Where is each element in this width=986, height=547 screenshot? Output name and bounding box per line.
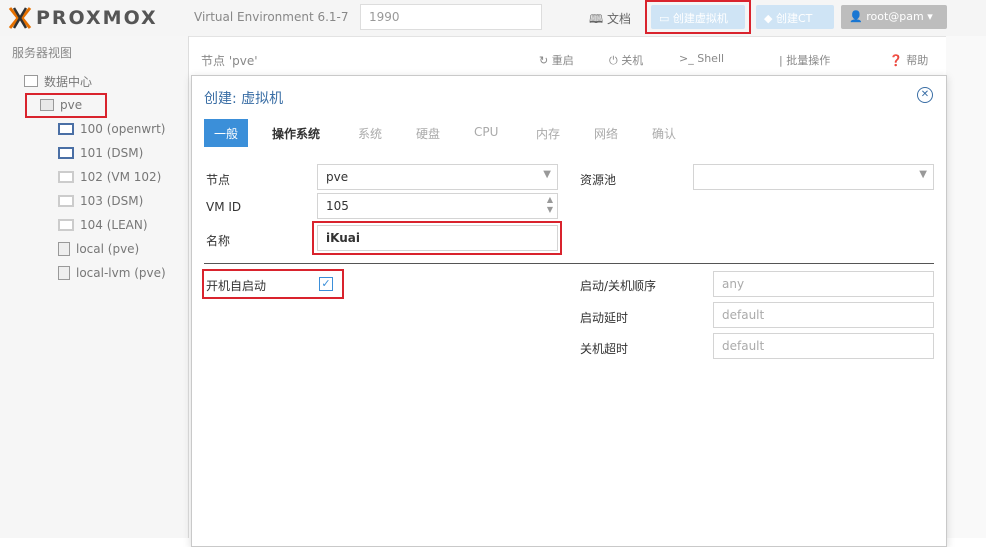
- vmid-field-label: VM ID: [206, 200, 242, 214]
- vmid-value: 105: [326, 199, 349, 213]
- version-label: Virtual Environment 6.1-7: [194, 10, 349, 24]
- storage-icon: [58, 242, 70, 256]
- docs-label: 文档: [606, 12, 631, 26]
- startup-order-input[interactable]: any: [713, 271, 934, 297]
- shell-label: Shell: [697, 52, 725, 65]
- help-icon: ❓: [889, 54, 907, 67]
- create-ct-label: 创建CT: [775, 12, 813, 25]
- tab-memory[interactable]: 内存: [526, 119, 570, 147]
- shutdown-timeout-label: 关机超时: [580, 342, 629, 356]
- tree-item-vm-104[interactable]: 104 (LEAN): [58, 214, 148, 236]
- highlight-name: [312, 221, 562, 255]
- section-divider: [204, 263, 934, 264]
- dialog-title: 创建: 虚拟机: [204, 91, 284, 107]
- node-select[interactable]: pve ▼: [317, 164, 558, 190]
- restart-icon: ↻: [539, 54, 552, 67]
- tree-item-vm-102[interactable]: 102 (VM 102): [58, 166, 161, 188]
- tab-os[interactable]: 操作系统: [262, 119, 330, 147]
- top-header: PROXMOX Virtual Environment 6.1-7 1990 🕮…: [0, 0, 986, 37]
- search-input[interactable]: 1990: [360, 4, 542, 30]
- tree-item-vm-101[interactable]: 101 (DSM): [58, 142, 143, 164]
- book-icon: 🕮: [589, 12, 607, 26]
- create-vm-dialog: 创建: 虚拟机 ✕ 一般 操作系统 系统 硬盘 CPU 内存 网络 确认 节点 …: [191, 75, 947, 547]
- close-icon[interactable]: ✕: [917, 87, 933, 103]
- highlight-autostart: [202, 269, 344, 299]
- vm-stopped-icon: [58, 195, 74, 207]
- vm-label: 104 (LEAN): [80, 218, 148, 232]
- tab-confirm[interactable]: 确认: [642, 119, 686, 147]
- vm-label: 100 (openwrt): [80, 122, 166, 136]
- startup-delay-input[interactable]: default: [713, 302, 934, 328]
- spinner-arrows-icon[interactable]: ▲ ▼: [547, 195, 553, 215]
- datacenter-label: 数据中心: [44, 74, 93, 89]
- tree-item-storage-local-lvm[interactable]: local-lvm (pve): [58, 262, 166, 284]
- shutdown-label: 关机: [621, 54, 644, 67]
- user-icon: 👤: [849, 10, 867, 23]
- shutdown-timeout-input[interactable]: default: [713, 333, 934, 359]
- create-ct-button[interactable]: ◆ 创建CT: [756, 5, 834, 29]
- docs-button[interactable]: 🕮 文档: [589, 10, 631, 31]
- node-title: 节点 'pve': [201, 54, 258, 68]
- node-field-label: 节点: [206, 173, 231, 187]
- proxmox-logo: PROXMOX: [8, 6, 158, 30]
- bulk-label: 批量操作: [786, 54, 831, 67]
- node-select-value: pve: [326, 170, 349, 184]
- tab-network[interactable]: 网络: [584, 119, 628, 147]
- resource-tree-sidebar: 服务器视图 数据中心 pve 100 (openwrt) 101 (DSM) 1…: [0, 36, 189, 538]
- right-strip: [946, 36, 986, 538]
- user-label: root@pam: [866, 10, 924, 23]
- shell-button[interactable]: >_ Shell: [679, 52, 724, 65]
- power-icon: ⏻: [609, 54, 622, 67]
- pool-field-label: 资源池: [580, 173, 617, 187]
- vm-running-icon: [58, 147, 74, 159]
- startup-delay-label: 启动延时: [580, 311, 629, 325]
- tab-hard-disk[interactable]: 硬盘: [406, 119, 450, 147]
- tab-system[interactable]: 系统: [348, 119, 392, 147]
- startup-order-label: 启动/关机顺序: [580, 279, 657, 293]
- help-label: 帮助: [906, 54, 929, 67]
- restart-button[interactable]: ↻ 重启: [539, 52, 574, 68]
- tab-general[interactable]: 一般: [204, 119, 249, 147]
- storage-label: local-lvm (pve): [76, 266, 166, 280]
- storage-label: local (pve): [76, 242, 140, 256]
- chevron-down-icon: ▼: [543, 169, 551, 180]
- shutdown-button[interactable]: ⏻ 关机: [609, 52, 643, 68]
- storage-icon: [58, 266, 70, 280]
- vm-stopped-icon: [58, 171, 74, 183]
- server-view-selector[interactable]: 服务器视图: [12, 44, 72, 61]
- vmid-spinner[interactable]: 105 ▲ ▼: [317, 193, 558, 219]
- datacenter-icon: [24, 75, 38, 87]
- tree-item-vm-100[interactable]: 100 (openwrt): [58, 118, 165, 140]
- chevron-down-icon: ▾: [927, 10, 933, 23]
- node-toolbar: 节点 'pve' ↻ 重启 ⏻ 关机 >_ Shell | 批量操作 ❓ 帮助: [189, 44, 986, 72]
- tree-item-storage-local[interactable]: local (pve): [58, 238, 139, 260]
- pool-select[interactable]: ▼: [693, 164, 934, 190]
- tab-cpu[interactable]: CPU: [464, 119, 508, 147]
- vm-label: 103 (DSM): [80, 194, 144, 208]
- highlight-node: [25, 93, 107, 118]
- vm-label: 101 (DSM): [80, 146, 144, 160]
- chevron-down-icon: ▼: [919, 169, 927, 180]
- vm-running-icon: [58, 123, 74, 135]
- vm-stopped-icon: [58, 219, 74, 231]
- tree-item-datacenter[interactable]: 数据中心: [24, 70, 92, 92]
- help-button[interactable]: ❓ 帮助: [889, 52, 928, 68]
- terminal-icon: >_: [679, 52, 698, 65]
- proxmox-x-icon: [8, 7, 32, 29]
- highlight-create-vm: [645, 0, 751, 34]
- logo-text: PROXMOX: [36, 7, 158, 29]
- name-field-label: 名称: [206, 234, 231, 248]
- vm-label: 102 (VM 102): [80, 170, 162, 184]
- cube-icon: ◆: [764, 12, 776, 25]
- restart-label: 重启: [551, 54, 574, 67]
- bulk-actions-button[interactable]: | 批量操作: [779, 52, 830, 68]
- user-menu-button[interactable]: 👤 root@pam ▾: [841, 5, 947, 29]
- tree-item-vm-103[interactable]: 103 (DSM): [58, 190, 143, 212]
